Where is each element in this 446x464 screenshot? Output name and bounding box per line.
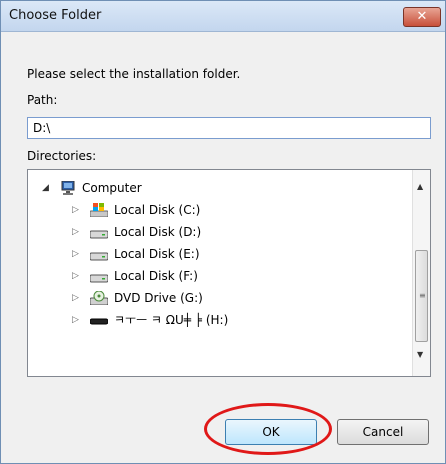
vertical-scrollbar[interactable]: ▲ ≡ ▼ [412,170,430,376]
collapsed-arrow-icon[interactable]: ▷ [72,244,79,264]
drive-icon [90,274,108,283]
path-label: Path: [27,93,58,107]
close-button[interactable]: ✕ [403,7,441,27]
drive-icon [90,230,108,239]
tree-node-label: ㅋㅜㅡ ㅋ ΩU╪ ╞ (H:) [114,313,229,327]
choose-folder-dialog: Choose Folder ✕ Please select the instal… [0,0,446,464]
scroll-up-arrow-icon[interactable]: ▲ [417,182,423,191]
removable-drive-icon [90,318,108,325]
drive-icon [90,252,108,261]
tree-node-label: Local Disk (F:) [114,269,198,283]
expanded-arrow-icon[interactable]: ◢ [42,178,49,198]
title-bar: Choose Folder ✕ [1,1,445,32]
dvd-drive-icon [90,291,108,305]
ok-button[interactable]: OK [225,419,317,445]
computer-icon [61,181,75,195]
collapsed-arrow-icon[interactable]: ▷ [72,288,79,308]
directory-tree[interactable]: ◢ Computer ▷ Local Disk (C:) ▷ Local Dis… [27,169,431,377]
collapsed-arrow-icon[interactable]: ▷ [72,222,79,242]
tree-node-label: Computer [82,181,142,195]
tree-node-label: Local Disk (C:) [114,203,201,217]
system-drive-icon [90,203,108,217]
collapsed-arrow-icon[interactable]: ▷ [72,310,79,330]
instruction-text: Please select the installation folder. [27,67,241,81]
scrollbar-thumb[interactable]: ≡ [415,250,428,342]
path-input[interactable]: D:\ [27,117,431,139]
grip-icon: ≡ [419,291,426,300]
scroll-down-arrow-icon[interactable]: ▼ [417,350,423,359]
collapsed-arrow-icon[interactable]: ▷ [72,200,79,220]
tree-node-label: Local Disk (E:) [114,247,200,261]
tree-node-label: Local Disk (D:) [114,225,202,239]
cancel-button[interactable]: Cancel [337,419,429,445]
collapsed-arrow-icon[interactable]: ▷ [72,266,79,286]
directories-label: Directories: [27,149,97,163]
dialog-title: Choose Folder [9,8,102,23]
tree-node-label: DVD Drive (G:) [114,291,203,305]
